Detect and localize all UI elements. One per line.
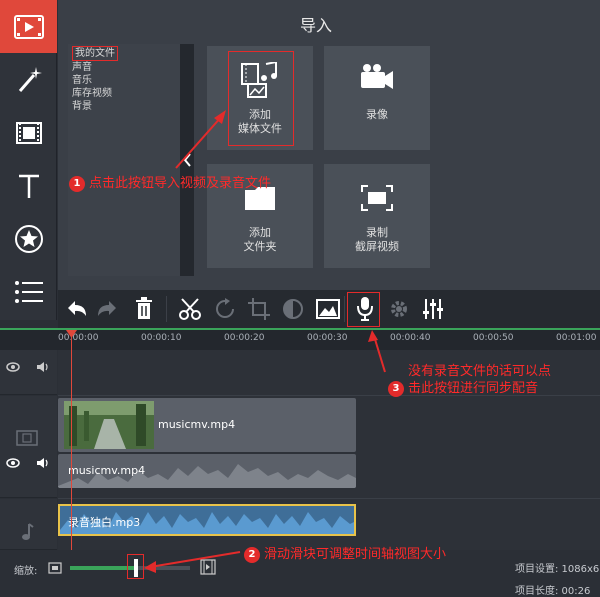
edit-toolbar — [58, 290, 600, 328]
list-item-music[interactable]: 音乐 — [72, 74, 176, 87]
more-list-icon[interactable] — [0, 265, 57, 318]
equalizer-icon[interactable] — [422, 297, 444, 321]
annotation-3: 没有录音文件的话可以点 3 击此按钮进行同步配音 — [388, 363, 551, 397]
filters-wand-icon[interactable] — [0, 53, 57, 106]
tile-label-line2: 截屏视频 — [355, 240, 399, 253]
ruler-corner — [0, 328, 58, 350]
video-camera-icon — [361, 64, 393, 89]
record-screencast-tile[interactable]: 录制 截屏视频 — [324, 164, 430, 268]
image-insert-icon[interactable] — [316, 298, 340, 320]
video-thumbnail — [64, 401, 154, 449]
settings-gear-icon[interactable] — [388, 298, 410, 320]
audio-clip-name: musicmv.mp4 — [68, 464, 146, 477]
annotation-text: 点击此按钮导入视频及录音文件 — [89, 176, 272, 191]
zoom-label: 缩放: — [14, 566, 38, 577]
video-audio-clip[interactable]: musicmv.mp4 — [58, 454, 356, 488]
titles-text-icon[interactable] — [0, 159, 57, 212]
stickers-star-icon[interactable] — [0, 212, 57, 265]
ruler-tick: 00:00:50 — [473, 333, 514, 343]
project-length: 项目长度: 00:26 — [515, 586, 591, 597]
zoom-in-icon[interactable] — [200, 559, 216, 575]
video-clip[interactable]: musicmv.mp4 — [58, 398, 356, 452]
playhead-handle[interactable] — [66, 330, 77, 340]
list-item-backgrounds[interactable]: 背景 — [72, 100, 176, 113]
tile-label-line1: 录像 — [366, 108, 388, 121]
highlight-box-microphone — [347, 292, 380, 327]
annotation-text: 没有录音文件的话可以点 — [408, 364, 552, 379]
tile-label-line2: 文件夹 — [243, 240, 277, 253]
undo-icon[interactable] — [64, 298, 88, 320]
tile-label-line1: 添加 — [249, 226, 271, 239]
track-divider — [58, 498, 600, 499]
voice-clip-name: 录音独白.mp3 — [68, 516, 141, 529]
tile-label-line1: 录制 — [366, 226, 388, 239]
record-video-tile[interactable]: 录像 — [324, 46, 430, 150]
track-header-video — [0, 396, 57, 498]
project-settings: 项目设置: 1086x6 — [515, 564, 600, 575]
voice-audio-clip[interactable]: 录音独白.mp3 — [58, 504, 356, 536]
annotation-badge: 3 — [388, 380, 404, 397]
ruler-tick: 00:00:20 — [224, 333, 265, 343]
crop-icon[interactable] — [248, 298, 270, 320]
list-item-my-files[interactable]: 我的文件 — [72, 46, 118, 61]
track-header-text — [0, 350, 57, 395]
annotation-badge: 2 — [244, 546, 260, 563]
delete-trash-icon[interactable] — [134, 297, 154, 321]
transitions-icon[interactable] — [0, 106, 57, 159]
timeline-ruler[interactable]: 00:00:00 00:00:10 00:00:20 00:00:30 00:0… — [58, 328, 600, 350]
cut-scissors-icon[interactable] — [178, 297, 202, 321]
zoom-out-icon[interactable] — [48, 562, 62, 574]
annotation-text: 滑动滑块可调整时间轴视图大小 — [264, 547, 447, 562]
film-track-icon — [16, 430, 38, 446]
list-collapse-bar[interactable] — [180, 44, 194, 276]
redo-icon[interactable] — [96, 298, 120, 320]
ruler-tick: 00:00:10 — [141, 333, 182, 343]
file-category-list: 我的文件 声音 音乐 库存视频 背景 — [68, 44, 180, 276]
eye-icon[interactable] — [6, 458, 20, 468]
annotation-text: 击此按钮进行同步配音 — [408, 381, 539, 396]
annotation-badge: 1 — [69, 175, 85, 192]
screen-capture-icon — [361, 185, 393, 211]
eye-icon[interactable] — [6, 362, 20, 372]
zoom-slider-fill — [70, 566, 134, 570]
ruler-tick: 00:00:00 — [58, 333, 99, 343]
track-header-audio — [0, 499, 57, 550]
ruler-tick: 00:00:30 — [307, 333, 348, 343]
playhead-line[interactable] — [71, 330, 72, 550]
import-tab-film-icon[interactable] — [0, 0, 57, 53]
rotate-icon[interactable] — [214, 298, 236, 320]
annotation-1: 1 点击此按钮导入视频及录音文件 — [69, 172, 271, 192]
panel-title: 导入 — [300, 16, 333, 35]
annotation-2: 2 滑动滑块可调整时间轴视图大小 — [244, 543, 446, 563]
speaker-icon[interactable] — [36, 361, 50, 373]
chevron-left-icon — [183, 153, 191, 167]
color-adjust-icon[interactable] — [282, 298, 304, 320]
speaker-icon[interactable] — [36, 457, 50, 469]
music-note-icon — [22, 523, 34, 540]
list-item-stock-video[interactable]: 库存视频 — [72, 87, 176, 100]
highlight-box-zoom-thumb — [127, 554, 144, 579]
list-item-sounds[interactable]: 声音 — [72, 61, 176, 74]
ruler-tick: 00:00:40 — [390, 333, 431, 343]
sidebar — [0, 0, 57, 320]
video-clip-name: musicmv.mp4 — [158, 418, 236, 431]
ruler-tick: 00:01:00 — [556, 333, 597, 343]
highlight-box-add-media — [228, 51, 294, 146]
